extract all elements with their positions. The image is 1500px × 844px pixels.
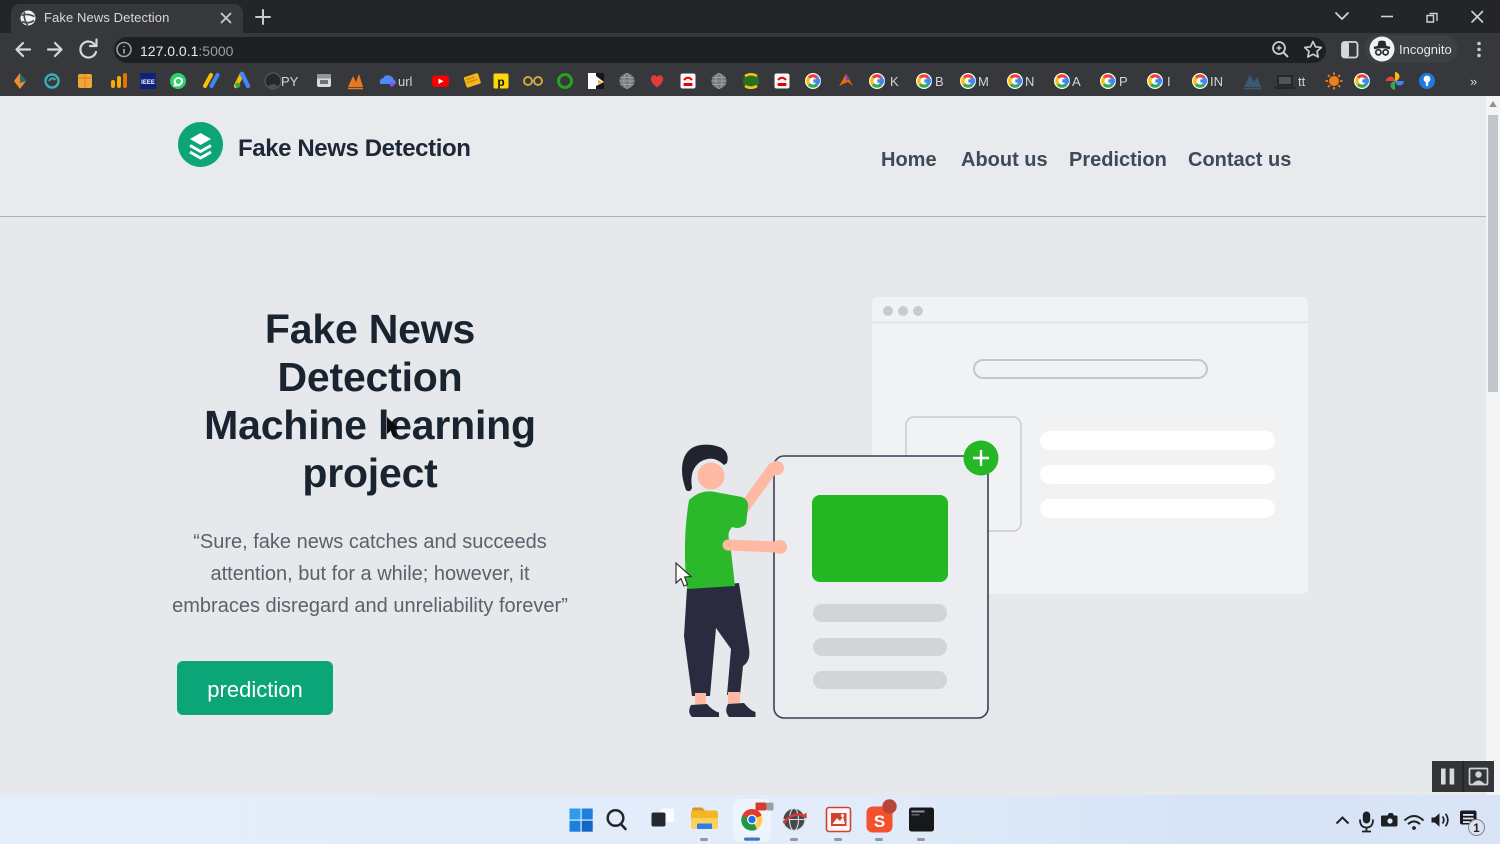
svg-text:1: 1 <box>1473 823 1480 835</box>
svg-text:S: S <box>874 812 885 831</box>
svg-text:IEEE: IEEE <box>141 80 155 86</box>
svg-text:p: p <box>497 75 504 89</box>
